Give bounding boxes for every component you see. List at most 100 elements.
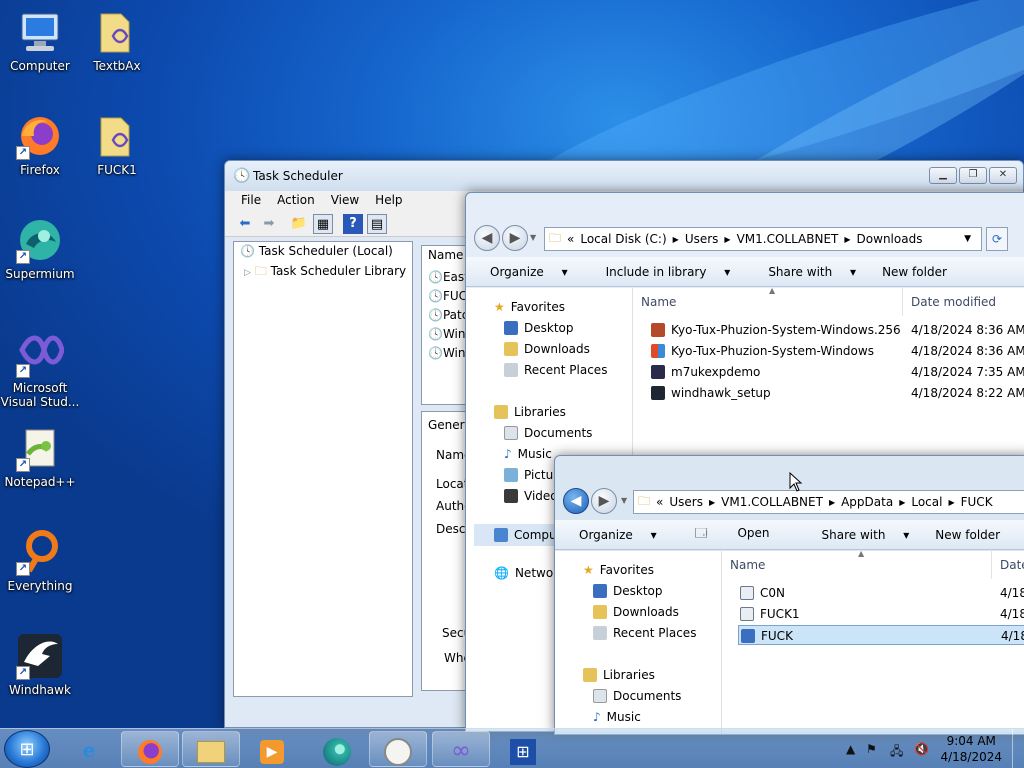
taskbar-firefox[interactable] <box>121 731 179 767</box>
explorer-fuck-window[interactable]: ◀ ▶ ▼ 🗀 « Users ▶ VM1.COLLABNET ▶ AppData ▶… <box>554 455 1024 735</box>
refresh-icon[interactable]: ⟳ <box>986 227 1008 251</box>
breadcrumb-item[interactable]: Users <box>685 232 719 246</box>
file-row-selected[interactable]: FUCK4/18 <box>738 625 1024 645</box>
close-button[interactable]: ✕ <box>989 167 1017 184</box>
back-button[interactable]: ◀ <box>474 225 500 251</box>
chevron-right-icon[interactable]: ▶ <box>709 498 715 507</box>
share-with-button[interactable]: Share with ▾ <box>810 528 910 542</box>
title-bar[interactable]: 🕓 Task Scheduler ▁ ❐ ✕ <box>225 161 1023 191</box>
breadcrumb-item[interactable]: VM1.COLLABNET <box>737 232 839 246</box>
desktop-icon-everything[interactable]: ↗ Everything <box>2 528 78 593</box>
chevron-right-icon[interactable]: ▶ <box>724 235 730 244</box>
nav-documents[interactable]: Documents <box>504 426 592 440</box>
menu-action[interactable]: Action <box>269 191 323 211</box>
open-button[interactable]: 🗔 Open <box>683 524 784 545</box>
forward-button[interactable]: ▶ <box>591 488 617 514</box>
breadcrumb-item[interactable]: Local Disk (C:) <box>580 232 666 246</box>
nav-libraries[interactable]: Libraries <box>494 405 566 419</box>
list-item[interactable]: 🕓Win <box>428 346 466 360</box>
taskbar-explorer[interactable] <box>182 731 240 767</box>
chevron-right-icon[interactable]: ▶ <box>673 235 679 244</box>
taskbar-supermium[interactable] <box>308 731 366 767</box>
desktop-icon-notepadpp[interactable]: ↗ Notepad++ <box>2 424 78 489</box>
recent-pages-arrow-icon[interactable]: ▼ <box>621 496 627 505</box>
new-folder-button[interactable]: New folder <box>935 528 1000 542</box>
action-center-flag-icon[interactable]: ⚑ <box>866 742 877 756</box>
desktop-icon-computer[interactable]: Computer <box>2 8 78 73</box>
desktop-icon-windhawk[interactable]: ↗ Windhawk <box>2 632 78 697</box>
menu-help[interactable]: Help <box>367 191 410 211</box>
breadcrumb-item[interactable]: VM1.COLLABNET <box>721 495 823 509</box>
nav-recent-places[interactable]: Recent Places <box>504 363 607 377</box>
taskbar-windows-app[interactable]: ⊞ <box>494 731 552 767</box>
network-icon[interactable]: 🖧 <box>890 742 903 763</box>
action-pane-icon[interactable]: ▤ <box>367 214 387 234</box>
menu-view[interactable]: View <box>323 191 367 211</box>
desktop-icon-fuck1[interactable]: FUCK1 <box>79 112 155 177</box>
maximize-button[interactable]: ❐ <box>959 167 987 184</box>
clock[interactable]: 9:04 AM 4/18/2024 <box>940 733 1002 765</box>
up-folder-icon[interactable]: 📁 <box>289 214 309 234</box>
organize-button[interactable]: Organize ▾ <box>478 265 568 279</box>
taskbar-task-scheduler[interactable] <box>369 731 427 767</box>
taskbar-visual-studio[interactable]: ∞ <box>432 731 490 767</box>
breadcrumb-item[interactable]: Users <box>669 495 703 509</box>
recent-pages-arrow-icon[interactable]: ▼ <box>530 233 536 242</box>
show-desktop-button[interactable] <box>1012 729 1024 768</box>
desktop-icon-visual-studio[interactable]: ↗ Microsoft Visual Stud... <box>0 330 80 409</box>
nav-desktop[interactable]: Desktop <box>593 584 663 598</box>
nav-desktop[interactable]: Desktop <box>504 321 574 335</box>
share-with-button[interactable]: Share with ▾ <box>756 265 856 279</box>
file-row[interactable]: m7ukexpdemo 4/18/2024 7:35 AM <box>633 362 1024 382</box>
column-header-name[interactable]: Name <box>428 248 463 262</box>
forward-button[interactable]: ▶ <box>502 225 528 251</box>
column-header-name[interactable]: Name <box>633 288 903 316</box>
desktop-icon-firefox[interactable]: ↗ Firefox <box>2 112 78 177</box>
list-item[interactable]: 🕓Win <box>428 327 466 341</box>
back-arrow-icon[interactable]: ⬅ <box>235 214 255 234</box>
tree-item-root[interactable]: 🕓 Task Scheduler (Local) <box>240 244 393 258</box>
file-row[interactable]: C0N4/18 <box>722 583 1024 603</box>
file-row[interactable]: windhawk_setup 4/18/2024 8:22 AM <box>633 383 1024 403</box>
nav-videos[interactable]: Video <box>504 489 558 503</box>
taskbar-media-player[interactable]: ▶ <box>243 731 301 767</box>
desktop-icon-textbax[interactable]: TextbAx <box>79 8 155 73</box>
address-bar[interactable]: 🗀 « Users ▶ VM1.COLLABNET ▶ AppData ▶ Local… <box>633 490 1024 514</box>
show-hide-tree-icon[interactable]: ▦ <box>313 214 333 234</box>
breadcrumb-item[interactable]: Downloads <box>857 232 923 246</box>
menu-file[interactable]: File <box>233 191 269 211</box>
list-item[interactable]: 🕓FUC <box>428 289 467 303</box>
chevron-right-icon[interactable]: ▶ <box>829 498 835 507</box>
tree-item-library[interactable]: ▷ 🗀 Task Scheduler Library <box>244 262 406 283</box>
help-icon[interactable]: ? <box>343 214 363 234</box>
breadcrumb-item[interactable]: FUCK <box>961 495 993 509</box>
address-bar[interactable]: 🗀 « Local Disk (C:) ▶ Users ▶ VM1.COLLABNE… <box>544 227 982 251</box>
column-header-date[interactable]: Date <box>992 551 1024 579</box>
expand-arrow-icon[interactable]: ▷ <box>244 268 251 278</box>
chevron-right-icon[interactable]: ▶ <box>899 498 905 507</box>
nav-documents[interactable]: Documents <box>593 689 681 703</box>
column-header-name[interactable]: Name <box>722 551 992 579</box>
nav-music[interactable]: ♪ Music <box>593 710 641 724</box>
nav-recent-places[interactable]: Recent Places <box>593 626 696 640</box>
nav-downloads[interactable]: Downloads <box>593 605 679 619</box>
show-hidden-icons-icon[interactable]: ▲ <box>846 742 855 756</box>
desktop-icon-supermium[interactable]: ↗ Supermium <box>2 216 78 281</box>
breadcrumb-item[interactable]: Local <box>911 495 942 509</box>
nav-downloads[interactable]: Downloads <box>504 342 590 356</box>
taskbar-internet-explorer[interactable]: e <box>60 731 118 767</box>
forward-arrow-icon[interactable]: ➡ <box>259 214 279 234</box>
file-row[interactable]: Kyo-Tux-Phuzion-System-Windows 4/18/2024 … <box>633 341 1024 361</box>
list-item[interactable]: 🕓Patc <box>428 308 468 322</box>
nav-network[interactable]: 🌐 Networ <box>494 566 558 580</box>
chevron-right-icon[interactable]: ▶ <box>844 235 850 244</box>
back-button[interactable]: ◀ <box>563 488 589 514</box>
start-button[interactable]: ⊞ <box>4 730 50 768</box>
breadcrumb-item[interactable]: AppData <box>841 495 893 509</box>
new-folder-button[interactable]: New folder <box>882 265 947 279</box>
include-in-library-button[interactable]: Include in library ▾ <box>594 265 731 279</box>
file-row[interactable]: Kyo-Tux-Phuzion-System-Windows.256 4/18/2… <box>633 320 1024 340</box>
chevron-right-icon[interactable]: ▶ <box>948 498 954 507</box>
nav-libraries[interactable]: Libraries <box>583 668 655 682</box>
nav-favorites[interactable]: ★ Favorites <box>583 563 654 577</box>
